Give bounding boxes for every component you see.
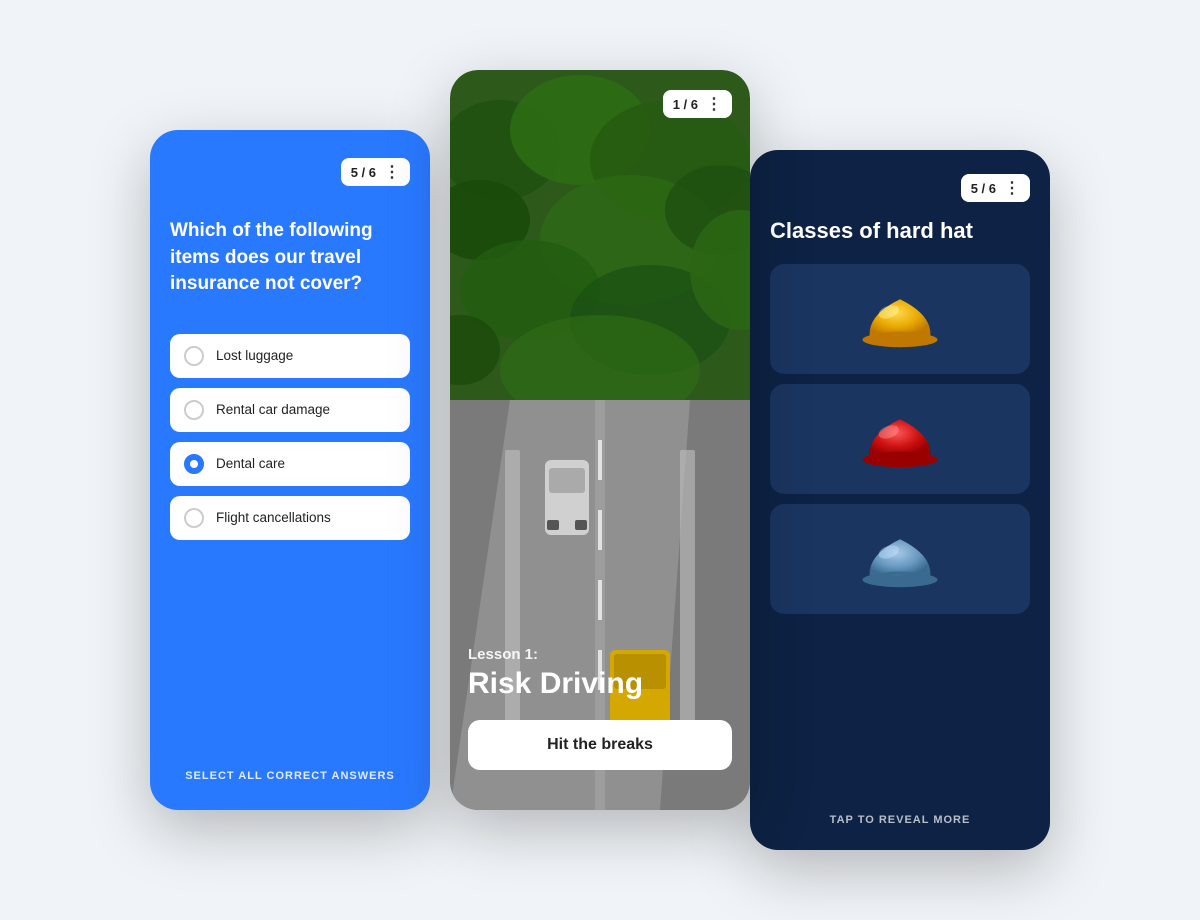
- hardhat-progress-text: 5 / 6: [971, 181, 996, 196]
- radio-circle-4: [184, 508, 204, 528]
- lesson-progress-text: 1 / 6: [673, 97, 698, 112]
- hardhat-menu-icon[interactable]: ⋮: [1004, 178, 1020, 198]
- answer-options-list: Lost luggage Rental car damage Dental ca…: [170, 334, 410, 746]
- lesson-title-area: Lesson 1: Risk Driving Hit the breaks: [468, 646, 732, 790]
- hardhat-title: Classes of hard hat: [770, 218, 1030, 244]
- hardhat-header: 5 / 6 ⋮: [770, 174, 1030, 202]
- answer-option-1[interactable]: Lost luggage: [170, 334, 410, 378]
- answer-text-3: Dental care: [216, 456, 285, 471]
- lesson-title: Risk Driving: [468, 667, 732, 700]
- hat-item-red[interactable]: [770, 384, 1030, 494]
- hardhat-card: 5 / 6 ⋮ Classes of hard hat: [750, 150, 1050, 850]
- answer-text-1: Lost luggage: [216, 348, 293, 363]
- quiz-card: 5 / 6 ⋮ Which of the following items doe…: [150, 130, 430, 810]
- yellow-hat-icon: [855, 282, 945, 357]
- answer-text-4: Flight cancellations: [216, 510, 331, 525]
- select-all-label: SELECT ALL CORRECT ANSWERS: [170, 770, 410, 782]
- answer-option-4[interactable]: Flight cancellations: [170, 496, 410, 540]
- tap-reveal-label[interactable]: TAP TO REVEAL MORE: [770, 814, 1030, 826]
- hat-items-list: [770, 264, 1030, 798]
- red-hat-icon: [855, 402, 945, 477]
- hat-item-blue[interactable]: [770, 504, 1030, 614]
- radio-circle-3-selected: [184, 454, 204, 474]
- lesson-subtitle: Lesson 1:: [468, 646, 732, 663]
- hat-item-yellow[interactable]: [770, 264, 1030, 374]
- lesson-menu-icon[interactable]: ⋮: [706, 94, 722, 114]
- radio-circle-1: [184, 346, 204, 366]
- answer-option-2[interactable]: Rental car damage: [170, 388, 410, 432]
- quiz-header: 5 / 6 ⋮: [170, 158, 410, 186]
- answer-text-2: Rental car damage: [216, 402, 330, 417]
- lesson-card-content: 1 / 6 ⋮ Lesson 1: Risk Driving Hit the b…: [450, 70, 750, 810]
- blue-hat-icon: [855, 522, 945, 597]
- lesson-card: 1 / 6 ⋮ Lesson 1: Risk Driving Hit the b…: [450, 70, 750, 810]
- hit-breaks-button[interactable]: Hit the breaks: [468, 720, 732, 770]
- lesson-header: 1 / 6 ⋮: [468, 90, 732, 118]
- radio-circle-2: [184, 400, 204, 420]
- quiz-progress-badge: 5 / 6 ⋮: [341, 158, 410, 186]
- lesson-progress-badge: 1 / 6 ⋮: [663, 90, 732, 118]
- quiz-question: Which of the following items does our tr…: [170, 218, 410, 298]
- main-scene: 5 / 6 ⋮ Which of the following items doe…: [150, 70, 1050, 850]
- quiz-progress-text: 5 / 6: [351, 165, 376, 180]
- answer-option-3[interactable]: Dental care: [170, 442, 410, 486]
- hardhat-progress-badge: 5 / 6 ⋮: [961, 174, 1030, 202]
- quiz-menu-icon[interactable]: ⋮: [384, 162, 400, 182]
